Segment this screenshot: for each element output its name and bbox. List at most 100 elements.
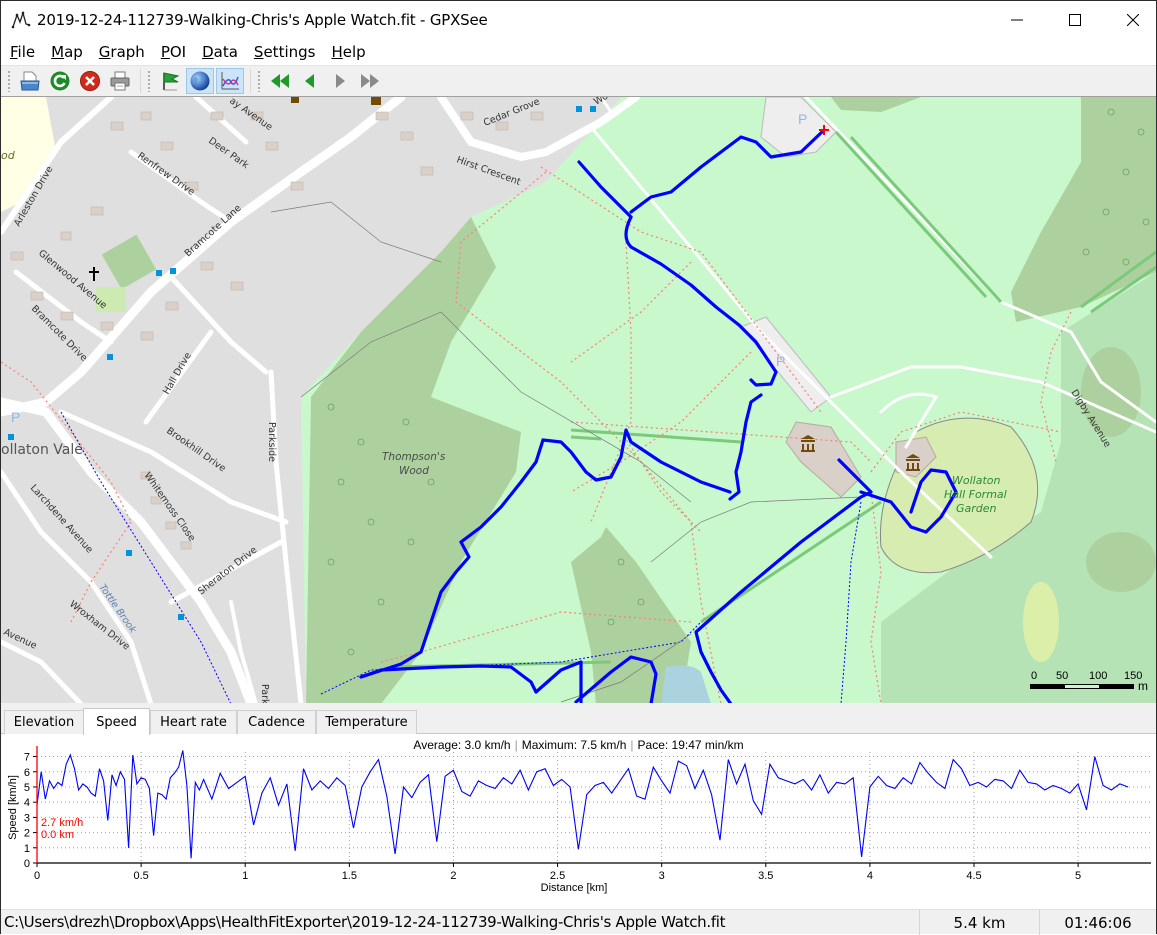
graph-info: Average: 3.0 km/h | Maximum: 7.5 km/h | Pace… — [413, 738, 744, 752]
y-tick-label: 5 — [24, 782, 30, 794]
y-tick-label: 1 — [24, 843, 30, 855]
window-title: 2019-12-24-112739-Walking-Chris's Apple … — [37, 11, 488, 29]
slider-speed-label: 2.7 km/h — [41, 817, 83, 829]
menu-map[interactable]: Map — [50, 41, 84, 63]
close-file-button[interactable] — [76, 68, 104, 94]
tab-cadence[interactable]: Cadence — [237, 710, 316, 734]
y-tick-label: 2 — [24, 828, 30, 840]
next-icon — [336, 74, 345, 88]
speed-chart: 0 1 2 3 4 5 6 7 0 0.5 1 1.5 2 2.5 3 3.5 4 4.5 5 2.7 km/h0.0… — [7, 746, 1151, 894]
menu-label-rest: elp — [342, 43, 366, 61]
museum-icon — [291, 97, 299, 103]
show-map-button[interactable] — [186, 68, 214, 94]
print-button[interactable] — [106, 68, 134, 94]
maximize-button[interactable] — [1052, 1, 1098, 39]
map-scale: 0 50 100 150 m — [1028, 670, 1153, 693]
first-icon — [271, 74, 289, 88]
graph-tabs: Elevation Speed Heart rate Cadence Temperatu… — [1, 707, 1156, 735]
status-bar: C:\Users\drezh\Dropbox\Apps\HealthFitExp… — [1, 909, 1156, 935]
x-tick-label: 2.5 — [550, 870, 565, 882]
minimize-button[interactable] — [994, 1, 1040, 39]
previous-file-button[interactable] — [296, 68, 324, 94]
map-view[interactable]: P P P Arleston Drive Renfrew Drive Deer … — [1, 96, 1156, 703]
y-axis-label: Speed [km/h] — [7, 775, 19, 840]
menu-mnemonic: G — [98, 43, 111, 61]
last-file-button[interactable] — [356, 68, 384, 94]
y-tick-label: 4 — [24, 797, 30, 809]
next-file-button[interactable] — [326, 68, 354, 94]
toolbar-grip[interactable] — [147, 70, 151, 92]
menu-help[interactable]: Help — [330, 41, 366, 63]
tab-speed[interactable]: Speed — [83, 708, 150, 735]
gpxsee-track-icon — [11, 10, 31, 29]
scale-tick: 0 — [1031, 670, 1038, 682]
menu-bar: File Map Graph POI Data Settings Help — [1, 39, 1156, 65]
show-graphs-button[interactable] — [216, 68, 244, 94]
globe-icon — [190, 71, 210, 91]
previous-icon — [305, 74, 314, 88]
tab-temperature[interactable]: Temperature — [316, 710, 417, 734]
graph-icon — [221, 72, 239, 90]
x-tick-label: 4.5 — [966, 870, 981, 882]
menu-file[interactable]: File — [9, 41, 36, 63]
street-label: Park — [259, 684, 270, 703]
first-file-button[interactable] — [266, 68, 294, 94]
parking-label: P — [776, 353, 785, 369]
school-label: od — [1, 149, 16, 162]
menu-data[interactable]: Data — [201, 41, 239, 63]
x-axis-label: Distance [km] — [541, 882, 608, 894]
garden-label: Wollaton — [952, 474, 1001, 487]
scale-tick: 100 — [1089, 670, 1108, 682]
menu-label-rest: ile — [17, 43, 36, 61]
garden-label: Garden — [956, 502, 997, 515]
menu-mnemonic: D — [202, 43, 214, 61]
shop-icon — [371, 97, 381, 105]
scale-tick: 50 — [1056, 670, 1069, 682]
tab-heart-rate[interactable]: Heart rate — [150, 710, 237, 734]
wood-label: Wood — [399, 465, 429, 477]
title-bar: 2019-12-24-112739-Walking-Chris's Apple … — [1, 1, 1156, 39]
reload-button[interactable] — [46, 68, 74, 94]
app-window: 2019-12-24-112739-Walking-Chris's Apple … — [0, 0, 1157, 935]
total-time: 01:46:06 — [1039, 910, 1156, 935]
wood-label: Thompson's — [382, 451, 446, 463]
show-poi-button[interactable] — [156, 68, 184, 94]
menu-graph[interactable]: Graph — [98, 41, 146, 63]
open-file-button[interactable] — [16, 68, 44, 94]
y-tick-label: 0 — [24, 858, 30, 870]
x-tick-label: 1 — [242, 870, 248, 882]
menu-label-rest: ettings — [263, 43, 316, 61]
file-path: C:\Users\drezh\Dropbox\Apps\HealthFitExp… — [4, 913, 726, 931]
menu-label-rest: ata — [213, 43, 238, 61]
map-canvas: P P P Arleston Drive Renfrew Drive Deer … — [1, 97, 1156, 703]
toolbar-grip[interactable] — [7, 70, 11, 92]
menu-label-rest: ap — [64, 43, 83, 61]
speed-graph[interactable]: Average: 3.0 km/h | Maximum: 7.5 km/h | Pace… — [1, 734, 1156, 909]
toolbar — [1, 65, 1156, 96]
toolbar-separator — [140, 69, 141, 93]
menu-settings[interactable]: Settings — [253, 41, 317, 63]
close-button[interactable] — [1110, 1, 1156, 39]
flag-icon — [163, 72, 180, 91]
close-icon — [1127, 14, 1139, 26]
toolbar-grip[interactable] — [257, 70, 261, 92]
slider-distance-label: 0.0 km — [41, 829, 74, 841]
x-tick-label: 2 — [450, 870, 456, 882]
menu-poi[interactable]: POI — [160, 41, 187, 63]
menu-label-rest: OI — [169, 43, 187, 61]
y-tick-label: 3 — [24, 812, 30, 824]
y-tick-label: 6 — [24, 767, 30, 779]
average-speed: Average: 3.0 km/h — [413, 738, 511, 752]
street-label: Parkside — [266, 422, 277, 462]
last-icon — [361, 74, 379, 88]
garden-label: Hall Formal — [944, 488, 1007, 501]
scale-bar — [1030, 684, 1134, 689]
x-tick-label: 0.5 — [133, 870, 148, 882]
pace: Pace: 19:47 min/km — [637, 738, 744, 752]
scale-unit: m — [1138, 679, 1148, 693]
printer-icon — [110, 71, 130, 91]
tab-elevation[interactable]: Elevation — [4, 710, 84, 734]
menu-mnemonic: P — [160, 43, 170, 61]
x-tick-label: 3 — [659, 870, 665, 882]
total-distance: 5.4 km — [919, 910, 1039, 935]
